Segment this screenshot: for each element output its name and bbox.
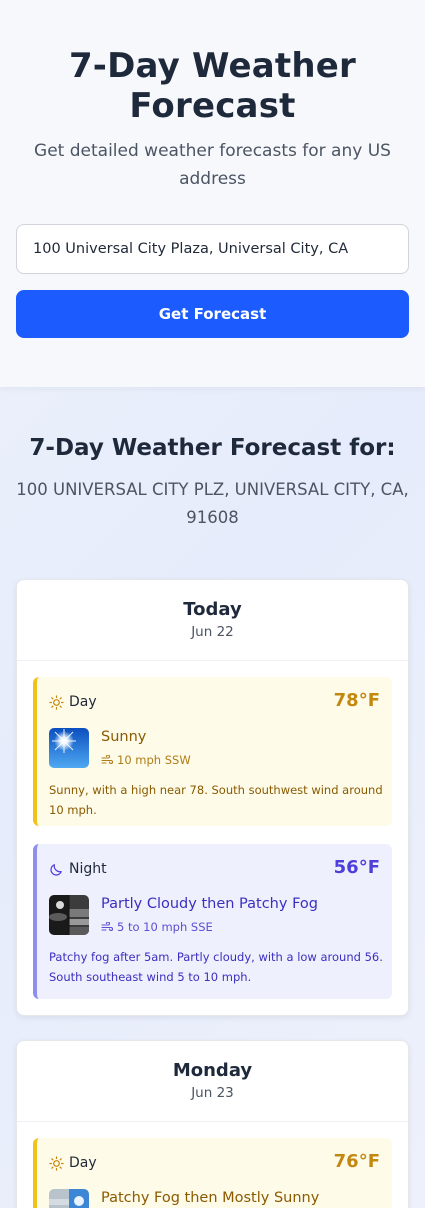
period-temperature: 56°F bbox=[333, 857, 380, 878]
results-address: 100 UNIVERSAL CITY PLZ, UNIVERSAL CITY, … bbox=[16, 480, 409, 527]
period-description: Patchy fog after 5am. Partly cloudy, wit… bbox=[49, 950, 383, 984]
period-description: Sunny, with a high near 78. South southw… bbox=[49, 783, 383, 817]
address-input[interactable] bbox=[16, 224, 409, 274]
period-temperature: 76°F bbox=[333, 1151, 380, 1172]
period-condition: Sunny bbox=[101, 729, 147, 745]
day-name: Today bbox=[183, 599, 242, 620]
period-temperature: 78°F bbox=[333, 690, 380, 711]
period-label-text: Day bbox=[69, 694, 97, 710]
fog-then-sunny-icon bbox=[49, 1189, 89, 1208]
period-label-text: Night bbox=[69, 861, 107, 877]
sunny-weather-icon bbox=[49, 728, 89, 768]
period-night: Night 56°F Partly Cloudy then Patchy Fog bbox=[33, 844, 392, 999]
results-title: 7-Day Weather Forecast for: bbox=[29, 435, 396, 461]
period-condition: Partly Cloudy then Patchy Fog bbox=[101, 896, 318, 912]
wind-icon bbox=[101, 922, 113, 932]
page-subtitle: Get detailed weather forecasts for any U… bbox=[34, 141, 391, 189]
day-card-header: Monday Jun 23 bbox=[17, 1041, 408, 1122]
sun-icon bbox=[49, 1155, 64, 1171]
period-condition: Patchy Fog then Mostly Sunny bbox=[101, 1190, 320, 1206]
day-date: Jun 23 bbox=[191, 1085, 234, 1101]
wind-icon bbox=[101, 755, 113, 765]
partly-cloudy-fog-icon bbox=[49, 895, 89, 935]
period-label: Night bbox=[49, 861, 107, 877]
day-card-header: Today Jun 22 bbox=[17, 580, 408, 661]
period-label: Day bbox=[49, 694, 97, 710]
period-label: Day bbox=[49, 1155, 97, 1171]
get-forecast-button[interactable]: Get Forecast bbox=[16, 290, 409, 338]
day-card-today: Today Jun 22 Day 78°F Sunny 10 mph SSW S… bbox=[16, 579, 409, 1016]
sun-icon bbox=[49, 694, 64, 710]
moon-icon bbox=[50, 863, 62, 876]
wind-text: 10 mph SSW bbox=[117, 753, 191, 767]
wind-text: 5 to 10 mph SSE bbox=[117, 920, 213, 934]
period-label-text: Day bbox=[69, 1155, 97, 1171]
day-card-monday: Monday Jun 23 Day 76°F Patchy Fog then M… bbox=[16, 1040, 409, 1208]
period-day: Day 78°F Sunny 10 mph SSW Sunny, with a … bbox=[33, 677, 392, 826]
page-title: 7-Day Weather Forecast bbox=[68, 46, 357, 126]
period-wind: 5 to 10 mph SSE bbox=[101, 920, 213, 934]
search-section: 7-Day Weather Forecast Get detailed weat… bbox=[0, 0, 425, 387]
day-name: Monday bbox=[172, 1060, 253, 1081]
period-day: Day 76°F Patchy Fog then Mostly Sunny bbox=[33, 1138, 392, 1208]
day-date: Jun 22 bbox=[191, 624, 234, 640]
period-wind: 10 mph SSW bbox=[101, 753, 191, 767]
